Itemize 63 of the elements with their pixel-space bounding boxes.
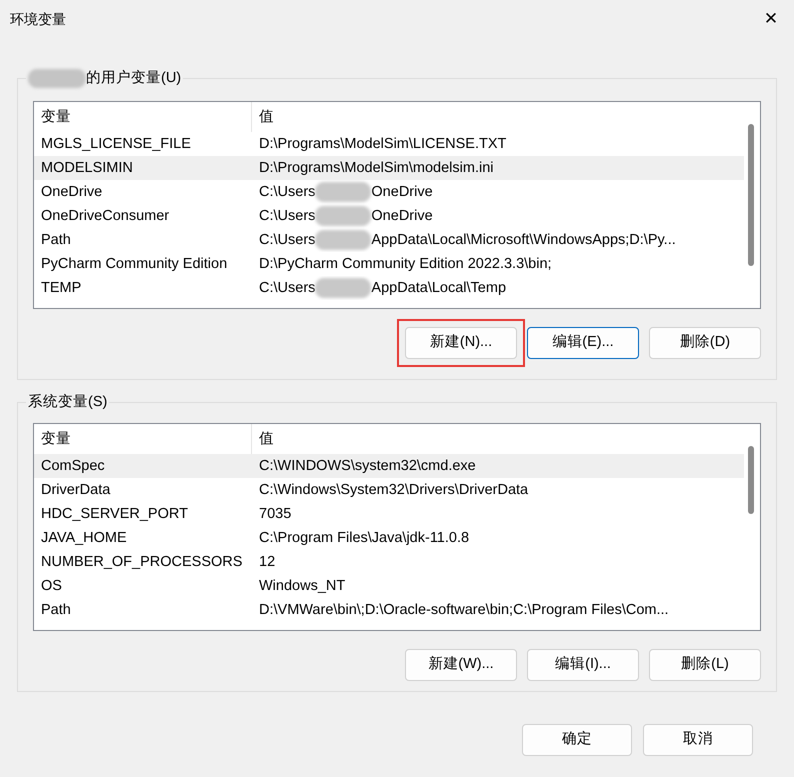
list-row[interactable]: OneDriveConsumer C:\Users OneDrive [34, 204, 744, 228]
action-button[interactable]: 编辑(I)... [527, 649, 639, 681]
action-button[interactable]: 删除(L) [649, 649, 761, 681]
group-label: 的用户变量(U) [86, 68, 182, 88]
variable-name: OneDrive [40, 183, 104, 202]
variable-value: OneDrive [371, 183, 433, 202]
variable-value: C:\Program Files\Java\jdk-11.0.8 [259, 529, 470, 548]
column-header[interactable]: 值 [252, 424, 744, 454]
dialog-button[interactable]: 确定 [522, 724, 632, 756]
column-header[interactable]: 值 [252, 102, 744, 132]
list-row[interactable]: TEMP C:\Users AppData\Local\Temp [34, 276, 744, 300]
variable-value: C:\WINDOWS\system32\cmd.exe [259, 457, 476, 476]
variable-value: AppData\Local\Microsoft\WindowsApps;D:\Py... [371, 231, 676, 250]
window-title: 环境变量 [10, 10, 66, 28]
variable-value: C:\Users [259, 183, 316, 202]
variable-value: Windows_NT [259, 577, 346, 596]
list-row[interactable]: MODELSIMIN D:\Programs\ModelSim\modelsim.ini [34, 156, 744, 180]
list-row[interactable]: ComSpec C:\WINDOWS\system32\cmd.exe [34, 454, 744, 478]
list-row[interactable]: MGLS_LICENSE_FILE D:\Programs\ModelSim\LICENSE.TXT [34, 132, 744, 156]
list-row[interactable]: Path C:\Users AppData\Local\Microsoft\WindowsApps;D:\Py... [34, 228, 744, 252]
group-label: 系统变量(S) [28, 392, 108, 412]
variable-name: HDC_SERVER_PORT [40, 505, 189, 524]
action-button[interactable]: 新建(N)... [405, 327, 517, 359]
action-button[interactable]: 新建(W)... [405, 649, 517, 681]
action-button[interactable]: 编辑(E)... [527, 327, 639, 359]
variable-value: C:\Users [259, 279, 316, 298]
close-button[interactable]: ✕ [748, 0, 794, 38]
variable-value: D:\Programs\ModelSim\LICENSE.TXT [259, 135, 506, 154]
dialog-button[interactable]: 取消 [643, 724, 753, 756]
variable-value: D:\Programs\ModelSim\modelsim.ini [259, 159, 494, 178]
list-row[interactable]: DriverData C:\Windows\System32\Drivers\DriverData [34, 478, 744, 502]
variable-value: AppData\Local\Temp [371, 279, 506, 298]
variable-name: PyCharm Community Edition [40, 255, 228, 274]
variable-value: C:\Users [259, 207, 316, 226]
variable-value: OneDrive [371, 207, 433, 226]
list-row[interactable]: PyCharm Community Edition D:\PyCharm Community Edition 2022.3.3\bin; [34, 252, 744, 276]
list-row[interactable]: OS Windows_NT [34, 574, 744, 598]
list-row[interactable]: OneDrive C:\Users OneDrive [34, 180, 744, 204]
list-row[interactable]: Path D:\VMWare\bin\;D:\Oracle-software\bin;C:\Program Files\Com... [34, 598, 744, 622]
variable-value: C:\Windows\System32\Drivers\DriverData [259, 481, 528, 500]
column-header[interactable]: 变量 [34, 102, 252, 132]
action-button[interactable]: 删除(D) [649, 327, 761, 359]
variable-name: OS [40, 577, 63, 596]
variable-name: DriverData [40, 481, 112, 500]
scrollbar-thumb[interactable] [748, 446, 754, 514]
list-row[interactable]: JAVA_HOME C:\Program Files\Java\jdk-11.0.8 [34, 526, 744, 550]
variable-value: 7035 [259, 505, 292, 524]
variable-name: ComSpec [40, 457, 106, 476]
variable-name: MODELSIMIN [40, 159, 134, 178]
variable-value: C:\Users [259, 231, 316, 250]
variable-value: 12 [259, 553, 276, 572]
variable-name: MGLS_LICENSE_FILE [40, 135, 192, 154]
variable-name: Path [40, 601, 72, 620]
variable-value: D:\VMWare\bin\;D:\Oracle-software\bin;C:\Program Files\Com... [259, 601, 669, 620]
scrollbar-thumb[interactable] [748, 124, 754, 266]
variable-name: JAVA_HOME [40, 529, 128, 548]
variable-name: Path [40, 231, 72, 250]
variable-name: TEMP [40, 279, 82, 298]
variable-name: NUMBER_OF_PROCESSORS [40, 553, 244, 572]
list-row[interactable]: NUMBER_OF_PROCESSORS 12 [34, 550, 744, 574]
variable-name: OneDriveConsumer [40, 207, 170, 226]
list-row[interactable]: HDC_SERVER_PORT 7035 [34, 502, 744, 526]
variable-value: D:\PyCharm Community Edition 2022.3.3\bin; [259, 255, 552, 274]
